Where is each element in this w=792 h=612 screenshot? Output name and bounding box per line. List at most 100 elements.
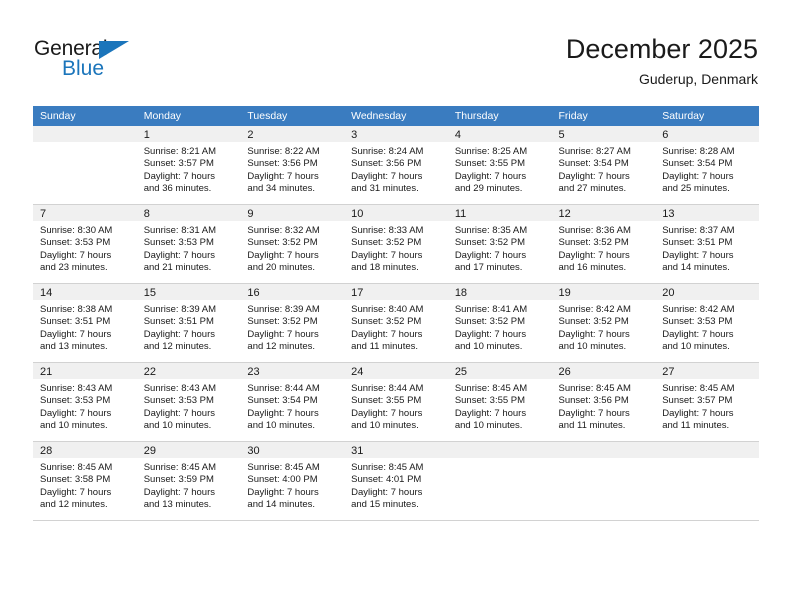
sunrise-time: Sunrise: 8:45 AM (143, 462, 217, 473)
sunset-time: Sunset: 3:57 PM (662, 395, 733, 407)
daylight-duration-line-1: Daylight: 7 hours (247, 328, 319, 340)
sunset-time: Sunset: 3:54 PM (662, 158, 733, 170)
calendar-day-cell[interactable]: 3 Sunrise: 8:24 AM Sunset: 3:56 PM Daylight… (344, 126, 448, 205)
sunset-time: Sunset: 3:52 PM (247, 316, 318, 328)
day-number: 23 (240, 363, 345, 379)
calendar-day-cell[interactable]: 24 Sunrise: 8:44 AM Sunset: 3:55 PM Dayligh… (344, 362, 448, 442)
day-cell-inner: 22 Sunrise: 8:43 AM Sunset: 3:53 PM Dayligh… (136, 363, 241, 441)
sun-info: Sunrise: 8:45 AM Sunset: 3:57 PM Daylight:… (655, 379, 759, 433)
day-number: 10 (344, 205, 448, 221)
day-number: 31 (344, 442, 448, 458)
sunset-time: Sunset: 3:53 PM (143, 395, 214, 407)
daylight-duration-line-1: Daylight: 7 hours (351, 249, 423, 261)
calendar-day-cell[interactable]: 14 Sunrise: 8:38 AM Sunset: 3:51 PM Dayligh… (33, 283, 137, 363)
calendar-day-cell[interactable]: 10 Sunrise: 8:33 AM Sunset: 3:52 PM Dayligh… (344, 204, 448, 284)
sun-info: Sunrise: 8:27 AM Sunset: 3:54 PM Daylight:… (552, 142, 656, 196)
calendar-day-cell[interactable]: 19 Sunrise: 8:42 AM Sunset: 3:52 PM Dayligh… (551, 283, 656, 363)
weekday-header-friday: Friday (551, 106, 656, 126)
sunset-time: Sunset: 3:52 PM (558, 237, 629, 249)
calendar-day-cell[interactable]: 17 Sunrise: 8:40 AM Sunset: 3:52 PM Dayligh… (344, 283, 448, 363)
day-number: 7 (33, 205, 137, 221)
sun-info: Sunrise: 8:42 AM Sunset: 3:53 PM Daylight:… (655, 300, 759, 354)
calendar-day-cell[interactable]: 15 Sunrise: 8:39 AM Sunset: 3:51 PM Dayligh… (136, 283, 241, 363)
calendar-day-cell[interactable]: 5 Sunrise: 8:27 AM Sunset: 3:54 PM Daylight… (551, 126, 656, 205)
sunset-time: Sunset: 3:58 PM (40, 474, 111, 486)
calendar-day-cell[interactable]: 13 Sunrise: 8:37 AM Sunset: 3:51 PM Dayligh… (655, 204, 759, 284)
daylight-duration-line-2: and 23 minutes. (40, 262, 108, 274)
calendar-day-cell[interactable]: 23 Sunrise: 8:44 AM Sunset: 3:54 PM Dayligh… (240, 362, 345, 442)
daylight-duration-line-2: and 10 minutes. (351, 420, 419, 432)
day-cell-inner: 14 Sunrise: 8:38 AM Sunset: 3:51 PM Dayligh… (33, 284, 137, 362)
calendar-day-cell[interactable]: 4 Sunrise: 8:25 AM Sunset: 3:55 PM Daylight… (447, 126, 552, 205)
daylight-duration-line-1: Daylight: 7 hours (558, 328, 630, 340)
day-number: 9 (240, 205, 345, 221)
calendar-day-cell[interactable]: 28 Sunrise: 8:45 AM Sunset: 3:58 PM Dayligh… (33, 441, 137, 521)
calendar-day-cell[interactable]: 22 Sunrise: 8:43 AM Sunset: 3:53 PM Dayligh… (136, 362, 241, 442)
calendar-day-cell[interactable]: 8 Sunrise: 8:31 AM Sunset: 3:53 PM Daylight… (136, 204, 241, 284)
day-number: 12 (551, 205, 656, 221)
sunset-time: Sunset: 3:53 PM (40, 395, 111, 407)
day-cell-inner: 2 Sunrise: 8:22 AM Sunset: 3:56 PM Daylight… (240, 126, 345, 204)
calendar-day-cell[interactable]: 12 Sunrise: 8:36 AM Sunset: 3:52 PM Dayligh… (551, 204, 656, 284)
title-block: December 2025 Guderup, Denmark (566, 32, 758, 89)
sunset-time: Sunset: 3:52 PM (351, 237, 422, 249)
day-number: 22 (136, 363, 241, 379)
sunset-time: Sunset: 3:53 PM (40, 237, 111, 249)
calendar-day-cell[interactable]: 29 Sunrise: 8:45 AM Sunset: 3:59 PM Dayligh… (136, 441, 241, 521)
calendar-day-cell[interactable]: 26 Sunrise: 8:45 AM Sunset: 3:56 PM Dayligh… (551, 362, 656, 442)
day-cell-inner (551, 442, 656, 520)
day-cell-inner: 5 Sunrise: 8:27 AM Sunset: 3:54 PM Daylight… (551, 126, 656, 204)
sunrise-time: Sunrise: 8:43 AM (40, 383, 113, 394)
daylight-duration-line-2: and 13 minutes. (143, 499, 212, 511)
sunrise-time: Sunrise: 8:35 AM (454, 225, 528, 236)
calendar-day-cell[interactable]: 30 Sunrise: 8:45 AM Sunset: 4:00 PM Dayligh… (240, 441, 345, 521)
day-cell-inner: 19 Sunrise: 8:42 AM Sunset: 3:52 PM Dayligh… (551, 284, 656, 362)
sunrise-time: Sunrise: 8:28 AM (662, 146, 735, 157)
calendar-week-row: 1 Sunrise: 8:21 AM Sunset: 3:57 PM Daylight… (33, 126, 759, 205)
calendar-day-cell[interactable]: 18 Sunrise: 8:41 AM Sunset: 3:52 PM Dayligh… (447, 283, 552, 363)
calendar-day-cell[interactable]: 2 Sunrise: 8:22 AM Sunset: 3:56 PM Daylight… (240, 126, 345, 205)
sunrise-time: Sunrise: 8:45 AM (662, 383, 735, 394)
day-number: 2 (240, 126, 345, 142)
daylight-duration-line-1: Daylight: 7 hours (247, 407, 319, 419)
day-cell-inner: 15 Sunrise: 8:39 AM Sunset: 3:51 PM Dayligh… (136, 284, 241, 362)
daylight-duration-line-2: and 25 minutes. (662, 183, 730, 195)
calendar-day-cell[interactable]: 11 Sunrise: 8:35 AM Sunset: 3:52 PM Dayligh… (447, 204, 552, 284)
calendar-day-cell[interactable]: 1 Sunrise: 8:21 AM Sunset: 3:57 PM Daylight… (136, 126, 241, 205)
calendar-day-cell[interactable]: 21 Sunrise: 8:43 AM Sunset: 3:53 PM Dayligh… (33, 362, 137, 442)
calendar-day-cell[interactable]: 6 Sunrise: 8:28 AM Sunset: 3:54 PM Daylight… (655, 126, 759, 205)
calendar-day-cell[interactable]: 31 Sunrise: 8:45 AM Sunset: 4:01 PM Dayligh… (344, 441, 448, 521)
daylight-duration-line-1: Daylight: 7 hours (40, 407, 112, 419)
sunrise-time: Sunrise: 8:32 AM (247, 225, 320, 236)
sun-info: Sunrise: 8:45 AM Sunset: 4:00 PM Daylight:… (240, 458, 344, 512)
daylight-duration-line-1: Daylight: 7 hours (454, 407, 527, 419)
sunset-time: Sunset: 3:51 PM (662, 237, 733, 249)
day-cell-inner (33, 126, 137, 204)
sun-info: Sunrise: 8:45 AM Sunset: 3:55 PM Daylight:… (448, 379, 552, 433)
daylight-duration-line-1: Daylight: 7 hours (247, 249, 319, 261)
logo-text-general: General (34, 37, 108, 60)
day-cell-inner: 11 Sunrise: 8:35 AM Sunset: 3:52 PM Dayligh… (447, 205, 552, 283)
calendar-day-cell[interactable]: 7 Sunrise: 8:30 AM Sunset: 3:53 PM Daylight… (33, 204, 137, 284)
daylight-duration-line-1: Daylight: 7 hours (454, 170, 527, 182)
sun-info: Sunrise: 8:36 AM Sunset: 3:52 PM Daylight:… (552, 221, 656, 275)
calendar-day-cell[interactable]: 27 Sunrise: 8:45 AM Sunset: 3:57 PM Dayligh… (655, 362, 759, 442)
sunrise-time: Sunrise: 8:44 AM (247, 383, 320, 394)
calendar-week-row: 28 Sunrise: 8:45 AM Sunset: 3:58 PM Dayligh… (33, 441, 759, 521)
sunrise-time: Sunrise: 8:37 AM (662, 225, 735, 236)
daylight-duration-line-2: and 12 minutes. (247, 341, 316, 353)
calendar-day-cell[interactable]: 16 Sunrise: 8:39 AM Sunset: 3:52 PM Dayligh… (240, 283, 345, 363)
daylight-duration-line-2: and 31 minutes. (351, 183, 419, 195)
sunrise-time: Sunrise: 8:45 AM (40, 462, 113, 473)
sunrise-time: Sunrise: 8:45 AM (454, 383, 528, 394)
weekday-header-wednesday: Wednesday (344, 106, 448, 126)
calendar-day-cell[interactable]: 9 Sunrise: 8:32 AM Sunset: 3:52 PM Daylight… (240, 204, 345, 284)
calendar-day-cell[interactable]: 25 Sunrise: 8:45 AM Sunset: 3:55 PM Dayligh… (447, 362, 552, 442)
daylight-duration-line-2: and 14 minutes. (247, 499, 316, 511)
daylight-duration-line-1: Daylight: 7 hours (662, 249, 734, 261)
day-number: 13 (655, 205, 759, 221)
calendar-day-cell[interactable]: 20 Sunrise: 8:42 AM Sunset: 3:53 PM Dayligh… (655, 283, 759, 363)
daylight-duration-line-1: Daylight: 7 hours (247, 486, 319, 498)
sunrise-time: Sunrise: 8:41 AM (454, 304, 528, 315)
daylight-duration-line-1: Daylight: 7 hours (247, 170, 319, 182)
